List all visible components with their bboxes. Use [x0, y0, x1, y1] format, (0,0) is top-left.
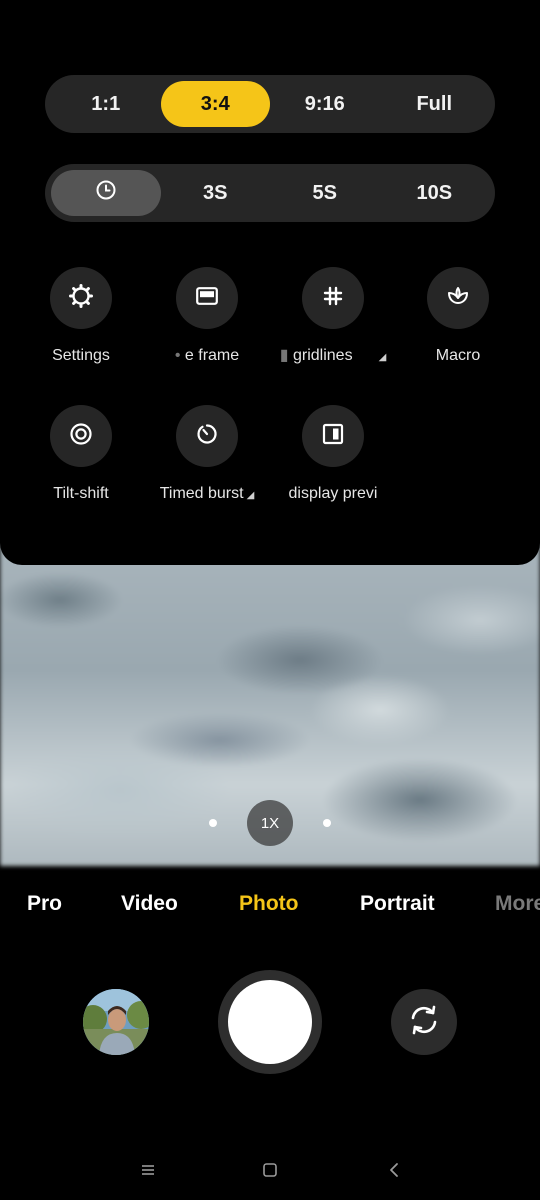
tool-display-preview-button[interactable]	[302, 405, 364, 467]
tilt-shift-icon	[69, 422, 93, 451]
camera-screen: 1X 1:1 3:4 9:16 Full 3S 5S 10S Settings …	[0, 0, 540, 1200]
timed-burst-icon	[195, 422, 219, 451]
home-icon	[262, 1162, 278, 1183]
tool-gridlines-button[interactable]	[302, 267, 364, 329]
grid-icon	[322, 285, 344, 312]
zoom-dot-left[interactable]	[209, 819, 217, 827]
navigation-bar	[0, 1150, 540, 1194]
tool-settings-button[interactable]	[50, 267, 112, 329]
tool-macro-label: Macro	[435, 347, 481, 364]
frame-icon	[196, 286, 218, 310]
gallery-photo	[83, 989, 149, 1055]
display-preview-icon	[322, 423, 344, 450]
tool-tilt-shift-label: Tilt-shift	[53, 485, 109, 502]
tool-gridlines[interactable]: ▮ gridlines ◢	[270, 267, 396, 367]
tool-gridlines-label: ▮ gridlines ◢	[279, 347, 387, 364]
mode-portrait[interactable]: Portrait	[360, 892, 435, 916]
tool-timed-burst[interactable]: Timed burst ◢	[144, 405, 270, 505]
tool-timed-burst-label: Timed burst ◢	[159, 485, 255, 502]
shutter-button[interactable]	[218, 970, 322, 1074]
gallery-thumbnail[interactable]	[83, 989, 149, 1055]
tool-frame-button[interactable]	[176, 267, 238, 329]
mode-more[interactable]: More	[495, 892, 540, 916]
mode-selector: Pro Video Photo Portrait More	[0, 880, 540, 932]
timer-off[interactable]	[51, 170, 161, 216]
tool-tilt-shift[interactable]: Tilt-shift	[18, 405, 144, 505]
nav-back-button[interactable]	[382, 1160, 406, 1184]
zoom-dot-right[interactable]	[323, 819, 331, 827]
aspect-ratio-selector: 1:1 3:4 9:16 Full	[45, 75, 495, 133]
timer-3s[interactable]: 3S	[161, 170, 271, 216]
mode-video[interactable]: Video	[121, 892, 178, 916]
timer-10s[interactable]: 10S	[380, 170, 490, 216]
mode-photo[interactable]: Photo	[239, 892, 298, 916]
aspect-1-1[interactable]: 1:1	[51, 81, 161, 127]
timer-5s[interactable]: 5S	[270, 170, 380, 216]
tool-timed-burst-button[interactable]	[176, 405, 238, 467]
menu-icon	[140, 1163, 156, 1182]
switch-camera-button[interactable]	[391, 989, 457, 1055]
mode-pro[interactable]: Pro	[27, 892, 62, 916]
tool-settings-label: Settings	[52, 347, 110, 364]
tool-display-preview[interactable]: display previ	[270, 405, 396, 505]
aspect-3-4[interactable]: 3:4	[160, 81, 270, 127]
back-icon	[387, 1162, 401, 1183]
tool-frame-label: • e frame	[174, 347, 240, 364]
tool-frame[interactable]: • e frame	[144, 267, 270, 367]
settings-panel: 1:1 3:4 9:16 Full 3S 5S 10S Settings • e…	[0, 0, 540, 565]
timer-icon	[95, 179, 117, 207]
zoom-row: 1X	[0, 800, 540, 846]
macro-flower-icon	[446, 285, 470, 312]
timer-selector: 3S 5S 10S	[45, 164, 495, 222]
zoom-button[interactable]: 1X	[247, 800, 293, 846]
switch-camera-icon	[407, 1003, 441, 1042]
tool-display-preview-label: display previ	[288, 485, 378, 502]
nav-menu-button[interactable]	[136, 1160, 160, 1184]
aspect-full[interactable]: Full	[380, 81, 490, 127]
tool-macro-button[interactable]	[427, 267, 489, 329]
tool-settings[interactable]: Settings	[18, 267, 144, 367]
tool-macro[interactable]: Macro	[395, 267, 521, 367]
shutter-inner[interactable]	[228, 980, 312, 1064]
tool-tilt-shift-button[interactable]	[50, 405, 112, 467]
gear-icon	[68, 283, 94, 314]
nav-home-button[interactable]	[258, 1160, 282, 1184]
aspect-9-16[interactable]: 9:16	[270, 81, 380, 127]
